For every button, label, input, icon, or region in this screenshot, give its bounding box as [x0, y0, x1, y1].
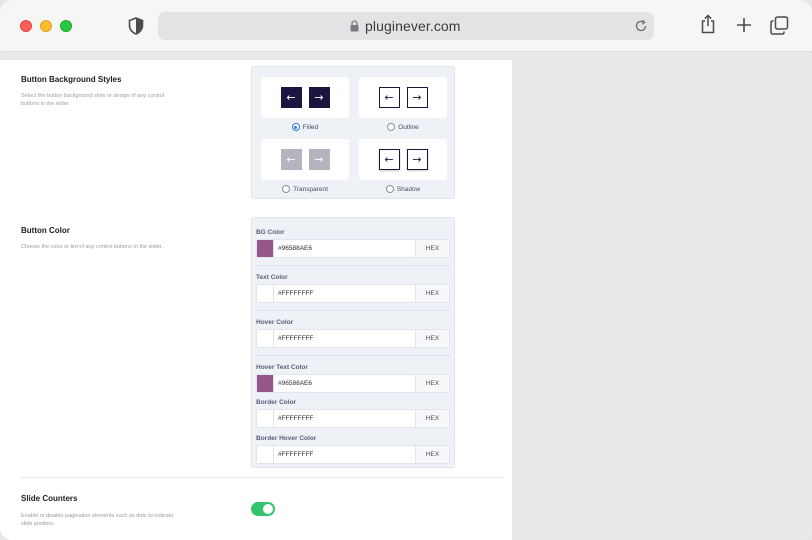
style-preview-shadow[interactable]: ← → [359, 139, 447, 180]
slide-counters-toggle[interactable] [251, 502, 275, 516]
radio-shadow-label: Shadow [396, 185, 421, 193]
field-divider [256, 265, 450, 266]
text-color-swatch[interactable] [257, 285, 274, 302]
text-color-field: Text Color #FFFFFFFF HEX [256, 274, 450, 303]
bg-color-value[interactable]: #96588AE6 [274, 240, 416, 257]
slide-counters-description: Enable or disable pagination elements su… [21, 513, 174, 527]
page-content: Button Background Styles Select the butt… [0, 53, 812, 540]
style-option-shadow[interactable]: ← → Shadow [359, 139, 447, 193]
url-text: pluginever.com [365, 18, 461, 34]
hover-text-color-value[interactable]: #96588AE6 [274, 375, 416, 392]
tabs-icon[interactable] [770, 16, 789, 35]
arrow-left-icon: ← [280, 149, 302, 170]
radio-shadow-row[interactable]: Shadow [359, 185, 447, 193]
hover-color-input[interactable]: #FFFFFFFF HEX [256, 329, 450, 348]
text-color-input[interactable]: #FFFFFFFF HEX [256, 284, 450, 303]
lock-icon [350, 20, 359, 32]
arrow-left-icon: ← [280, 87, 302, 108]
border-hover-color-value[interactable]: #FFFFFFFF [274, 446, 416, 463]
style-preview-transparent[interactable]: ← → [261, 139, 349, 180]
field-divider [256, 310, 450, 311]
arrow-right-icon: → [406, 87, 428, 108]
reload-icon[interactable] [634, 19, 648, 33]
style-preview-outline[interactable]: ← → [359, 77, 447, 118]
radio-shadow[interactable] [385, 185, 394, 193]
radio-outline[interactable] [387, 123, 396, 131]
border-hover-color-label: Border Hover Color [256, 435, 317, 442]
radio-outline-label: Outline [398, 123, 419, 131]
toggle-knob[interactable] [263, 504, 273, 514]
arrow-right-icon: → [308, 87, 330, 108]
plus-icon[interactable] [736, 17, 752, 33]
border-color-label: Border Color [256, 399, 297, 406]
close-window-button[interactable] [20, 20, 32, 32]
button-color-title: Button Color [21, 226, 70, 235]
slide-counters-title: Slide Counters [21, 494, 78, 503]
radio-filled-label: Filled [302, 123, 319, 131]
radio-transparent[interactable] [282, 185, 291, 193]
minimize-window-button[interactable] [40, 20, 52, 32]
button-bg-styles-description: Select the button background style or de… [21, 93, 165, 107]
arrow-right-icon: → [308, 149, 330, 170]
border-hover-color-hex-button[interactable]: HEX [416, 446, 449, 463]
text-color-hex-button[interactable]: HEX [416, 285, 449, 302]
radio-filled[interactable] [291, 123, 300, 131]
arrow-right-icon: → [406, 149, 428, 170]
arrow-left-icon: ← [378, 149, 400, 170]
radio-filled-row[interactable]: Filled [261, 123, 349, 131]
style-option-transparent[interactable]: ← → Transparent [261, 139, 349, 193]
border-hover-color-input[interactable]: #FFFFFFFF HEX [256, 445, 450, 464]
button-bg-styles-title: Button Background Styles [21, 75, 122, 84]
border-hover-color-field: Border Hover Color #FFFFFFFF HEX [256, 435, 450, 464]
hover-text-color-swatch[interactable] [257, 375, 274, 392]
section-divider [21, 477, 504, 478]
text-color-value[interactable]: #FFFFFFFF [274, 285, 416, 302]
border-color-input[interactable]: #FFFFFFFF HEX [256, 409, 450, 428]
arrow-left-icon: ← [378, 87, 400, 108]
browser-window: pluginever.com Button Background Styles … [0, 0, 812, 540]
browser-toolbar: pluginever.com [0, 0, 812, 52]
hover-text-color-field: Hover Text Color #96588AE6 HEX [256, 364, 450, 393]
bg-color-input[interactable]: #96588AE6 HEX [256, 239, 450, 258]
button-style-options: ← → Filled ← → Outline ← → Transparent ←… [251, 66, 455, 199]
style-option-outline[interactable]: ← → Outline [359, 77, 447, 131]
settings-panel: Button Background Styles Select the butt… [0, 60, 512, 540]
hover-text-color-input[interactable]: #96588AE6 HEX [256, 374, 450, 393]
zoom-window-button[interactable] [60, 20, 72, 32]
border-color-hex-button[interactable]: HEX [416, 410, 449, 427]
bg-color-hex-button[interactable]: HEX [416, 240, 449, 257]
bg-color-swatch[interactable] [257, 240, 274, 257]
button-color-description: Choose the color or tint of any control … [21, 244, 163, 250]
text-color-label: Text Color [256, 274, 288, 281]
style-preview-filled[interactable]: ← → [261, 77, 349, 118]
border-color-field: Border Color #FFFFFFFF HEX [256, 399, 450, 428]
style-option-filled[interactable]: ← → Filled [261, 77, 349, 131]
shield-icon[interactable] [128, 17, 144, 35]
hover-color-field: Hover Color #FFFFFFFF HEX [256, 319, 450, 348]
button-color-fields: BG Color #96588AE6 HEX Text Color #FFFFF… [251, 217, 455, 468]
border-hover-color-swatch[interactable] [257, 446, 274, 463]
radio-transparent-row[interactable]: Transparent [261, 185, 349, 193]
address-bar[interactable]: pluginever.com [158, 12, 654, 40]
hover-color-swatch[interactable] [257, 330, 274, 347]
hover-text-color-label: Hover Text Color [256, 364, 308, 371]
field-divider [256, 355, 450, 356]
radio-outline-row[interactable]: Outline [359, 123, 447, 131]
bg-color-field: BG Color #96588AE6 HEX [256, 229, 450, 258]
border-color-swatch[interactable] [257, 410, 274, 427]
hover-color-label: Hover Color [256, 319, 294, 326]
hover-color-hex-button[interactable]: HEX [416, 330, 449, 347]
hover-color-value[interactable]: #FFFFFFFF [274, 330, 416, 347]
hover-text-color-hex-button[interactable]: HEX [416, 375, 449, 392]
share-icon[interactable] [700, 14, 716, 34]
bg-color-label: BG Color [256, 229, 285, 236]
radio-transparent-label: Transparent [293, 185, 328, 193]
border-color-value[interactable]: #FFFFFFFF [274, 410, 416, 427]
